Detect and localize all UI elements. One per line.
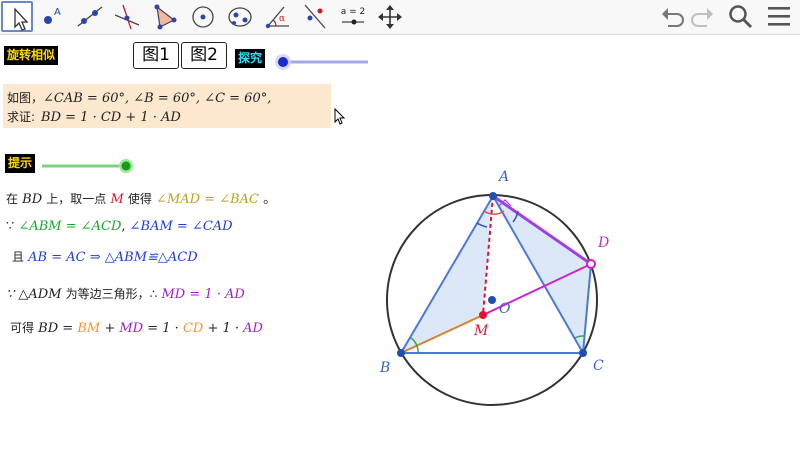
label-c: C [593,358,604,374]
label-m: M [473,323,489,339]
label-a: A [497,169,509,185]
label-d: D [597,235,609,251]
point-b[interactable] [397,349,405,357]
label-o: O [499,301,511,317]
point-c[interactable] [579,349,587,357]
point-d[interactable] [586,259,596,269]
label-b: B [379,360,390,376]
point-m[interactable] [479,311,487,319]
triangle-acd-fill [493,196,591,353]
point-o[interactable] [488,296,496,304]
geometry-figure: A B C D M O [379,169,609,406]
point-a[interactable] [489,192,497,200]
